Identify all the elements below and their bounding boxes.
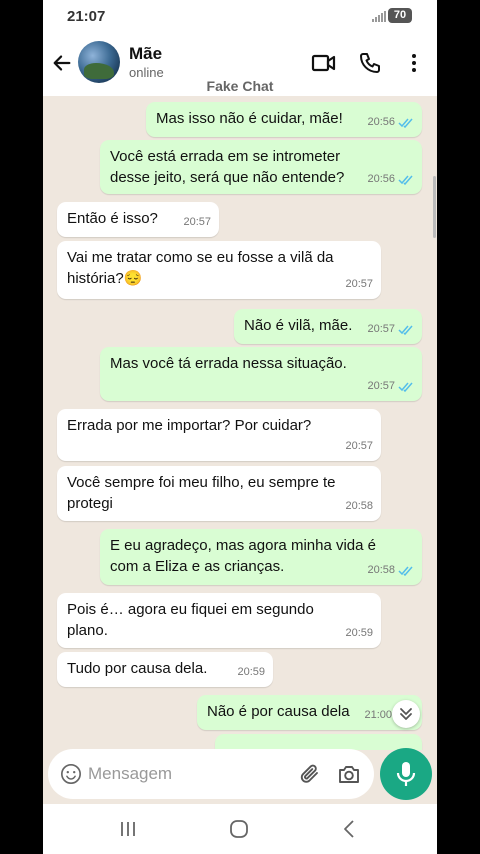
message-text: Você sempre foi meu filho, eu sempre te … (67, 474, 336, 512)
double-check-icon (398, 175, 413, 185)
message-meta: 20:57 (345, 436, 373, 457)
status-bar: 21:07 70 (43, 0, 437, 32)
message-meta: 20:56 (367, 112, 414, 133)
home-icon[interactable] (228, 818, 250, 840)
message-time: 20:58 (345, 500, 373, 512)
message-bubble-incoming[interactable]: Vai me tratar como se eu fosse a vilã da… (57, 241, 381, 299)
paperclip-icon[interactable] (298, 762, 322, 786)
scroll-down-button[interactable] (392, 700, 420, 728)
message-text: Mas você tá errada nessa situação. (110, 355, 347, 372)
message-time: 20:57 (367, 380, 395, 392)
message-bubble-outgoing[interactable]: Mas você tá errada nessa situação. 20:57 (100, 347, 422, 401)
message-text: Tudo por causa dela. (67, 660, 208, 677)
message-time: 20:57 (367, 323, 395, 335)
message-time: 20:56 (367, 173, 395, 185)
chevron-down-double-icon (400, 708, 412, 720)
double-check-icon (398, 566, 413, 576)
avatar[interactable] (78, 41, 120, 83)
message-meta: 20:57 (345, 274, 373, 295)
message-text: Vai me tratar como se eu fosse a vilã da… (67, 249, 334, 287)
message-time: 20:57 (345, 440, 373, 452)
message-time: 20:59 (237, 666, 265, 678)
double-check-icon (398, 118, 413, 128)
phone-screen: 21:07 70 Mãe online Fake Chat Mas isso n… (43, 0, 437, 854)
message-meta: 20:59 (237, 662, 265, 683)
message-bubble-outgoing[interactable]: Não é vilã, mãe. 20:57 (234, 309, 422, 344)
recent-apps-icon[interactable] (117, 818, 139, 840)
status-time: 21:07 (67, 8, 106, 25)
message-meta: 20:57 (367, 376, 414, 397)
message-input[interactable] (88, 764, 268, 784)
message-text: Errada por me importar? Por cuidar? (67, 417, 312, 434)
scrollbar[interactable] (433, 176, 436, 238)
message-time: 20:56 (367, 116, 395, 128)
back-nav-icon[interactable] (339, 818, 361, 840)
message-bubble-incoming[interactable]: Errada por me importar? Por cuidar? 20:5… (57, 409, 381, 461)
video-camera-icon[interactable] (311, 51, 337, 75)
battery-icon: 70 (388, 8, 412, 23)
emoji-icon[interactable] (60, 763, 82, 785)
message-text: Pois é… agora eu fiquei em segundo plano… (67, 601, 314, 639)
message-meta: 20:57 (367, 319, 414, 340)
system-nav-bar (43, 804, 437, 854)
message-bubble-incoming[interactable]: Pois é… agora eu fiquei em segundo plano… (57, 593, 381, 648)
message-time: 21:00 (364, 709, 392, 721)
message-meta: 20:58 (367, 560, 414, 581)
microphone-button[interactable] (380, 748, 432, 800)
camera-icon[interactable] (337, 762, 361, 786)
message-bubble-outgoing[interactable]: E eu agradeço, mas agora minha vida é co… (100, 529, 422, 585)
watermark-label: Fake Chat (206, 78, 274, 94)
message-composer (48, 749, 374, 799)
message-time: 20:58 (367, 564, 395, 576)
message-bubble-outgoing[interactable]: Mas isso não é cuidar, mãe! 20:56 (146, 102, 422, 137)
message-time: 20:57 (183, 216, 211, 228)
phone-icon[interactable] (357, 51, 383, 75)
contact-name[interactable]: Mãe (129, 44, 162, 64)
message-list[interactable]: Mas isso não é cuidar, mãe! 20:56 Você e… (43, 96, 437, 750)
message-meta: 20:57 (183, 212, 211, 233)
message-meta: 20:56 (367, 169, 414, 190)
microphone-icon (396, 762, 416, 786)
message-bubble-incoming[interactable]: Então é isso? 20:57 (57, 202, 219, 237)
message-bubble-outgoing[interactable]: Não é por causa dela 21:00 (197, 695, 422, 730)
message-meta: 21:00 (364, 705, 392, 726)
message-bubble-incoming[interactable]: Você sempre foi meu filho, eu sempre te … (57, 466, 381, 521)
message-meta: 20:58 (345, 496, 373, 517)
message-meta: 20:59 (345, 623, 373, 644)
message-time: 20:59 (345, 627, 373, 639)
double-check-icon (398, 382, 413, 392)
arrow-left-icon[interactable] (51, 52, 73, 74)
more-vertical-icon[interactable] (401, 51, 427, 75)
message-bubble-incoming[interactable]: Tudo por causa dela. 20:59 (57, 652, 273, 687)
message-bubble-outgoing[interactable]: Você está errada em se intrometer desse … (100, 140, 422, 194)
signal-icon (372, 11, 386, 22)
message-time: 20:57 (345, 278, 373, 290)
double-check-icon (398, 325, 413, 335)
